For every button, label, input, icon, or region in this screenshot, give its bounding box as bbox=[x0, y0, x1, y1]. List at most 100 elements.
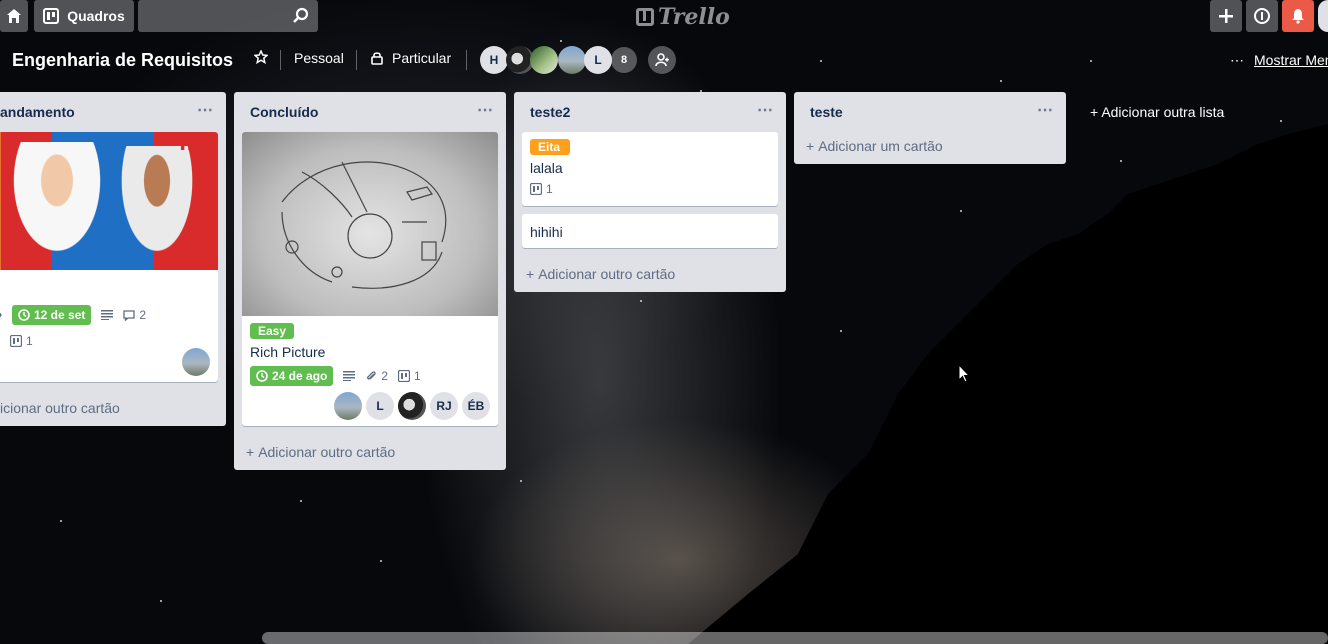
horizontal-scrollbar[interactable] bbox=[262, 632, 1328, 644]
card-title: hihihi bbox=[530, 224, 563, 240]
create-button[interactable] bbox=[1210, 0, 1242, 32]
card-title: lalala bbox=[530, 160, 563, 176]
list-menu-icon[interactable]: ⋯ bbox=[1037, 100, 1054, 120]
plus-icon: + bbox=[1090, 104, 1099, 120]
add-card-button[interactable]: + Adicionar outro cartão bbox=[234, 434, 506, 470]
star-icon bbox=[254, 50, 268, 64]
search-icon[interactable] bbox=[292, 7, 310, 25]
star-button[interactable] bbox=[254, 50, 268, 64]
board-title[interactable]: Engenharia de Requisitos bbox=[12, 50, 233, 71]
boards-icon bbox=[43, 8, 60, 24]
add-card-button[interactable]: icionar outro cartão bbox=[0, 390, 226, 426]
search-box[interactable] bbox=[138, 0, 318, 32]
add-member-icon bbox=[655, 53, 669, 67]
list-title[interactable]: teste bbox=[810, 104, 843, 120]
add-list-label: Adicionar outra lista bbox=[1101, 104, 1225, 120]
add-card-label: Adicionar outro cartão bbox=[258, 444, 396, 460]
watch-badge bbox=[0, 310, 2, 320]
card-cover-image: Trel bbox=[0, 132, 218, 270]
paperclip-icon bbox=[367, 371, 377, 380]
board-link-icon bbox=[530, 183, 542, 195]
member-avatar[interactable] bbox=[558, 46, 586, 74]
list-header[interactable]: Concluído ⋯ bbox=[234, 92, 506, 132]
team-button[interactable]: Pessoal bbox=[294, 50, 344, 66]
list-header[interactable]: teste ⋯ bbox=[794, 92, 1066, 132]
list-title[interactable]: Concluído bbox=[250, 104, 318, 120]
card-cover-image bbox=[242, 132, 498, 316]
lock-icon bbox=[371, 52, 383, 65]
card-member-avatar[interactable] bbox=[334, 392, 362, 420]
boards-label: Quadros bbox=[67, 8, 125, 24]
header-divider bbox=[280, 50, 281, 70]
list-header[interactable]: teste2 ⋯ bbox=[514, 92, 786, 132]
card[interactable]: Easy Rich Picture 24 de ago 2 1 L RJ ÉB bbox=[242, 132, 498, 426]
list-menu-icon[interactable]: ⋯ bbox=[757, 100, 774, 120]
header-divider bbox=[356, 50, 357, 70]
description-badge bbox=[101, 310, 114, 320]
card-member-avatar[interactable]: ÉB bbox=[462, 392, 490, 420]
info-icon bbox=[1254, 8, 1270, 24]
checklist-count: 1 bbox=[414, 369, 421, 383]
card-label: Eita bbox=[530, 139, 570, 155]
clock-icon bbox=[18, 309, 30, 321]
due-date-badge[interactable]: 12 de set bbox=[12, 305, 92, 325]
board-link-icon bbox=[398, 370, 411, 382]
list-menu-icon[interactable]: ⋯ bbox=[477, 100, 494, 120]
list-title[interactable]: andamento bbox=[0, 104, 75, 120]
visibility-button[interactable]: Particular bbox=[370, 50, 451, 66]
notifications-button[interactable] bbox=[1282, 0, 1314, 32]
home-button[interactable] bbox=[0, 0, 28, 32]
list-title[interactable]: teste2 bbox=[530, 104, 570, 120]
due-date-text: 24 de ago bbox=[272, 369, 328, 383]
add-card-label: icionar outro cartão bbox=[0, 400, 120, 416]
card-title: Rich Picture bbox=[250, 344, 326, 360]
plus-icon: + bbox=[246, 444, 255, 460]
description-badge bbox=[343, 371, 356, 381]
info-button[interactable] bbox=[1246, 0, 1278, 32]
trello-logo[interactable]: Trello bbox=[636, 4, 730, 30]
card[interactable]: hihihi bbox=[522, 214, 778, 248]
add-card-button[interactable]: + Adicionar um cartão bbox=[794, 128, 1066, 164]
search-input[interactable] bbox=[138, 0, 318, 32]
card-label: Easy bbox=[250, 323, 295, 339]
list-header[interactable]: andamento ⋯ bbox=[0, 92, 226, 132]
due-date-badge[interactable]: 24 de ago bbox=[250, 366, 334, 386]
card-member-avatar[interactable] bbox=[182, 348, 210, 376]
boards-button[interactable]: Quadros bbox=[34, 0, 134, 32]
invite-button[interactable] bbox=[648, 46, 676, 74]
home-icon bbox=[7, 9, 21, 23]
visibility-label: Particular bbox=[392, 50, 452, 66]
card-member-avatar[interactable] bbox=[398, 392, 426, 420]
list-em-andamento: andamento ⋯ Trel 12 de set 2 1 icionar o… bbox=[0, 92, 226, 426]
card-member-avatar[interactable]: L bbox=[366, 392, 394, 420]
add-card-button[interactable]: + Adicionar outro cartão bbox=[514, 256, 786, 292]
comments-count: 2 bbox=[139, 308, 147, 322]
checklist-count: 1 bbox=[26, 334, 33, 348]
eye-icon bbox=[0, 312, 2, 318]
show-menu-link[interactable]: ⋯ Mostrar Menu bbox=[1230, 52, 1328, 69]
member-avatar[interactable]: L bbox=[584, 46, 612, 74]
comment-icon bbox=[123, 309, 136, 321]
list-menu-icon[interactable]: ⋯ bbox=[197, 100, 214, 120]
list-teste: teste ⋯ + Adicionar um cartão bbox=[794, 92, 1066, 164]
comments-badge: 2 bbox=[123, 308, 146, 322]
list-concluido: Concluído ⋯ Easy Rich Picture 24 de ago … bbox=[234, 92, 506, 470]
member-avatar[interactable] bbox=[530, 46, 558, 74]
bell-icon bbox=[1292, 9, 1304, 24]
card[interactable]: Trel 12 de set 2 1 bbox=[0, 132, 218, 382]
member-count-badge[interactable]: 8 bbox=[611, 47, 637, 73]
trello-logo-icon bbox=[636, 8, 654, 26]
card-member-avatar[interactable]: RJ bbox=[430, 392, 458, 420]
plus-icon: + bbox=[526, 266, 535, 282]
checklist-badge: 1 bbox=[398, 369, 421, 383]
user-avatar[interactable] bbox=[1318, 0, 1328, 32]
add-card-label: Adicionar um cartão bbox=[818, 138, 943, 154]
card[interactable]: Eita lalala 1 bbox=[522, 132, 778, 206]
rich-picture-sketch bbox=[281, 161, 447, 289]
member-avatar[interactable]: H bbox=[480, 46, 508, 74]
add-list-button[interactable]: + Adicionar outra lista bbox=[1078, 92, 1278, 132]
checklist-badge: 1 bbox=[530, 182, 553, 196]
checklist-count: 1 bbox=[546, 182, 553, 196]
due-date-text: 12 de set bbox=[34, 308, 86, 322]
checklist-badge: 1 bbox=[10, 334, 33, 348]
